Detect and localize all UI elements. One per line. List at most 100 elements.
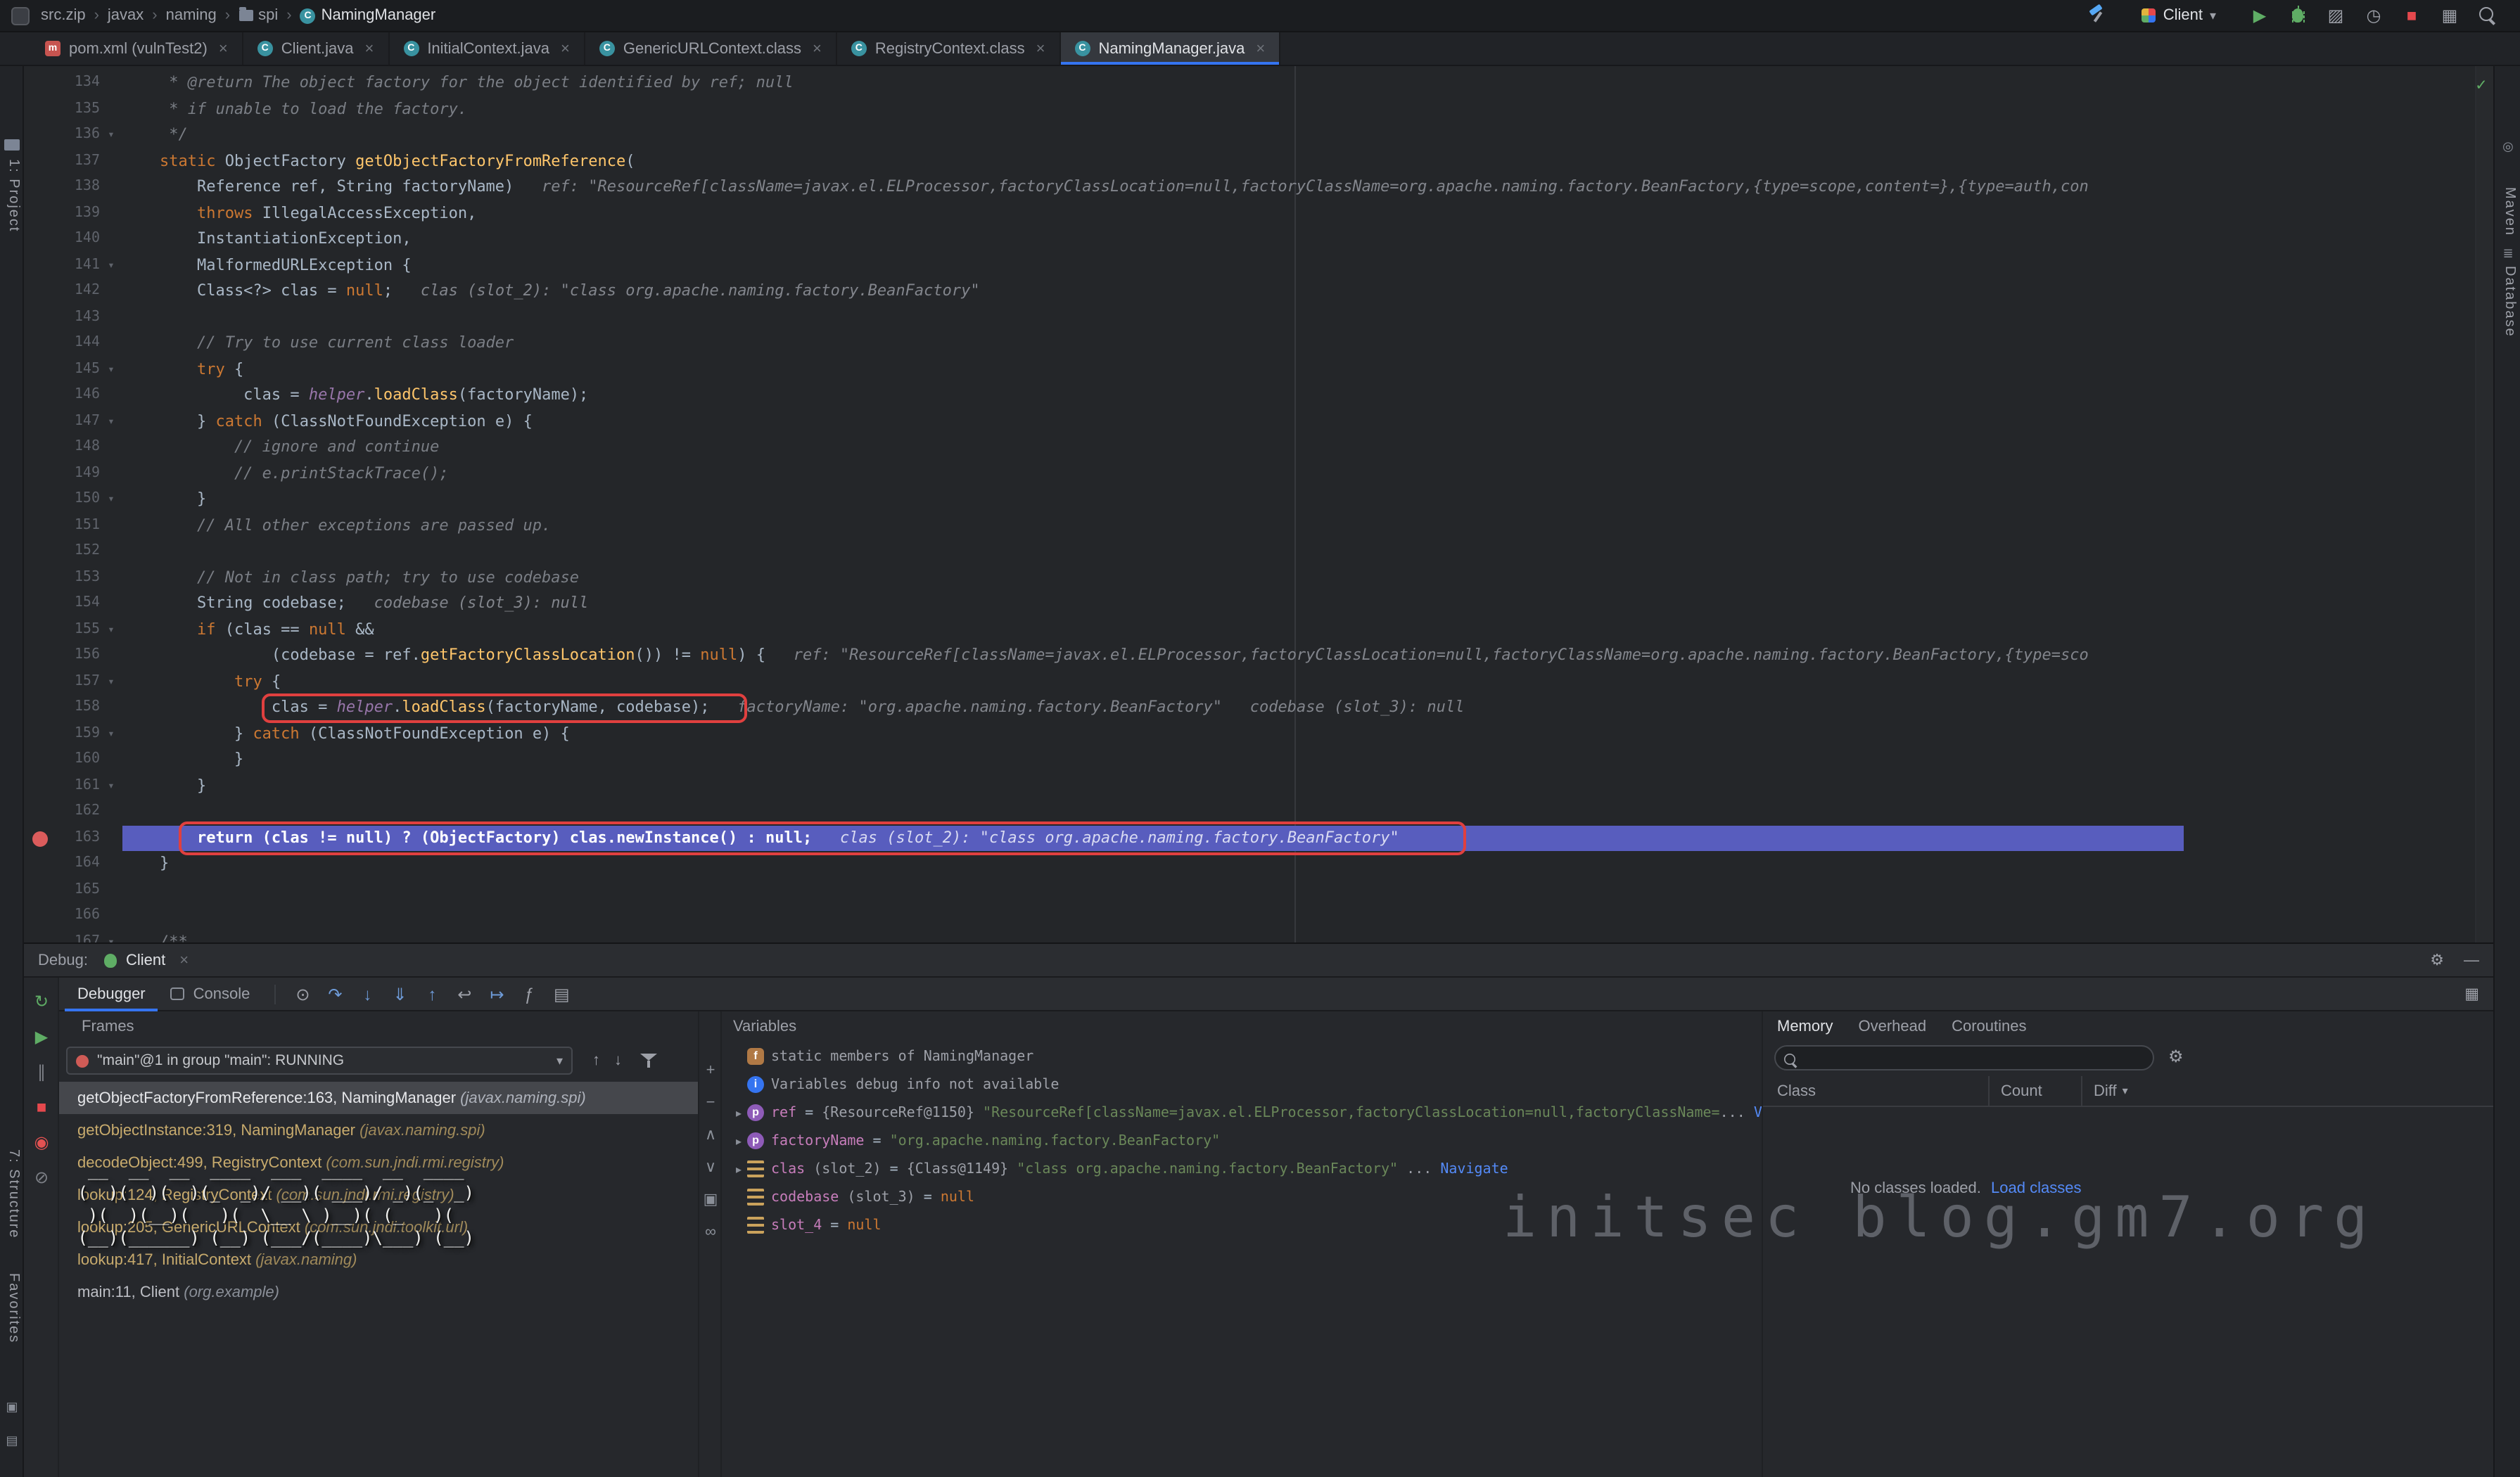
fold-marker-icon[interactable]: ▾ bbox=[100, 409, 122, 435]
step-over-button[interactable]: ↷ bbox=[319, 978, 351, 1009]
memory-search-input[interactable] bbox=[1774, 1045, 2154, 1070]
editor-tab[interactable]: mpom.xml (vulnTest2)× bbox=[31, 32, 243, 65]
close-icon[interactable]: × bbox=[364, 40, 374, 57]
editor-tab[interactable]: CGenericURLContext.class× bbox=[585, 32, 837, 65]
previous-frame-icon[interactable]: ↑ bbox=[592, 1052, 600, 1069]
memory-settings-icon[interactable]: ⚙ bbox=[2168, 1047, 2184, 1066]
run-config-selector[interactable]: Client ▾ bbox=[2132, 4, 2226, 27]
fold-marker-icon[interactable]: ▾ bbox=[100, 487, 122, 513]
fold-marker-icon[interactable]: ▾ bbox=[100, 721, 122, 747]
expand-chevron-icon[interactable]: ▸ bbox=[730, 1163, 747, 1175]
code-line[interactable]: 151 // All other exceptions are passed u… bbox=[24, 513, 2493, 539]
editor-scrollbar[interactable] bbox=[2475, 66, 2493, 942]
stack-frame[interactable]: main:11, Client (org.example) bbox=[59, 1276, 698, 1308]
pause-button[interactable]: ∥ bbox=[24, 1054, 59, 1089]
evaluate-expression-button[interactable]: ƒ bbox=[513, 978, 545, 1009]
code-line[interactable]: 157▾ try { bbox=[24, 669, 2493, 695]
tab-memory[interactable]: Memory bbox=[1777, 1018, 1833, 1035]
code-line[interactable]: 146 clas = helper.loadClass(factoryName)… bbox=[24, 383, 2493, 409]
variable-row[interactable]: slot_4 = null bbox=[722, 1211, 1762, 1239]
stack-frame[interactable]: lookup:417, InitialContext (javax.naming… bbox=[59, 1243, 698, 1276]
expand-chevron-icon[interactable]: ▸ bbox=[730, 1134, 747, 1147]
variable-row[interactable]: iVariables debug info not available bbox=[722, 1070, 1762, 1099]
code-line[interactable]: 136▾ */ bbox=[24, 122, 2493, 148]
stack-frame[interactable]: lookup:205, GenericURLContext (com.sun.j… bbox=[59, 1211, 698, 1243]
code-line[interactable]: 161▾ } bbox=[24, 773, 2493, 799]
code-line[interactable]: 152 bbox=[24, 539, 2493, 565]
view-options-button[interactable]: ▤ bbox=[545, 978, 578, 1009]
inspections-ok-icon[interactable]: ✓ bbox=[2476, 75, 2486, 94]
code-line[interactable]: 149 // e.printStackTrace(); bbox=[24, 461, 2493, 487]
code-line[interactable]: 148 // ignore and continue bbox=[24, 435, 2493, 461]
editor-tab[interactable]: CRegistryContext.class× bbox=[837, 32, 1061, 65]
code-line[interactable]: 144 // Try to use current class loader bbox=[24, 331, 2493, 357]
fold-marker-icon[interactable]: ▾ bbox=[100, 122, 122, 148]
move-up-button[interactable]: ∧ bbox=[699, 1118, 722, 1151]
code-line[interactable]: 155▾ if (clas == null && bbox=[24, 617, 2493, 643]
variable-row[interactable]: ▸pref = {ResourceRef@1150} "ResourceRef[… bbox=[722, 1099, 1762, 1127]
sidebar-item-structure[interactable]: 7: Structure bbox=[1, 1149, 21, 1239]
stack-frame[interactable]: lookup:124, RegistryContext (com.sun.jnd… bbox=[59, 1179, 698, 1211]
code-line[interactable]: 164 } bbox=[24, 851, 2493, 877]
coverage-button[interactable]: ▨ bbox=[2323, 3, 2348, 28]
add-button[interactable]: + bbox=[699, 1054, 722, 1086]
fold-marker-icon[interactable]: ▾ bbox=[100, 773, 122, 799]
stop-button[interactable]: ■ bbox=[2399, 3, 2424, 28]
breadcrumb-item[interactable]: CNamingManager bbox=[300, 7, 436, 24]
close-icon[interactable]: × bbox=[1036, 40, 1045, 57]
move-down-button[interactable]: ∨ bbox=[699, 1151, 722, 1183]
breadcrumb-item[interactable]: javax bbox=[108, 7, 144, 24]
column-class[interactable]: Class bbox=[1763, 1082, 1988, 1099]
show-execution-point-button[interactable]: ⊙ bbox=[286, 978, 319, 1009]
stack-frame[interactable]: getObjectInstance:319, NamingManager (ja… bbox=[59, 1114, 698, 1146]
run-to-cursor-button[interactable]: ↦ bbox=[481, 978, 513, 1009]
code-line[interactable]: 138 Reference ref, String factoryName) r… bbox=[24, 174, 2493, 200]
duplicate-button[interactable]: ▣ bbox=[699, 1183, 722, 1215]
notifications-icon[interactable]: ◎ bbox=[2500, 139, 2516, 155]
code-line[interactable]: 139 throws IllegalAccessException, bbox=[24, 200, 2493, 226]
stack-frame[interactable]: decodeObject:499, RegistryContext (com.s… bbox=[59, 1146, 698, 1179]
code-line[interactable]: 150▾ } bbox=[24, 487, 2493, 513]
code-line[interactable]: 166 bbox=[24, 903, 2493, 929]
code-line[interactable]: 137 static ObjectFactory getObjectFactor… bbox=[24, 148, 2493, 174]
tab-overhead[interactable]: Overhead bbox=[1858, 1018, 1926, 1035]
code-line[interactable]: 163 return (clas != null) ? (ObjectFacto… bbox=[24, 825, 2493, 851]
close-icon[interactable]: × bbox=[813, 40, 822, 57]
code-editor[interactable]: 134 * @return The object factory for the… bbox=[24, 66, 2493, 942]
sidebar-item-database[interactable]: Database bbox=[2497, 266, 2517, 338]
debug-button[interactable] bbox=[2285, 3, 2310, 28]
fold-marker-icon[interactable]: ▾ bbox=[100, 617, 122, 643]
code-line[interactable]: 140 InstantiationException, bbox=[24, 226, 2493, 252]
variable-row[interactable]: ▸clas (slot_2) = {Class@1149} "class org… bbox=[722, 1155, 1762, 1183]
stack-frame[interactable]: getObjectFactoryFromReference:163, Namin… bbox=[59, 1082, 698, 1114]
code-line[interactable]: 147▾ } catch (ClassNotFoundException e) … bbox=[24, 409, 2493, 435]
sidebar-item-project[interactable]: 1: Project bbox=[1, 159, 21, 233]
editor-tab[interactable]: CNamingManager.java× bbox=[1060, 32, 1280, 65]
breadcrumb-item[interactable]: spi bbox=[238, 7, 278, 24]
code-line[interactable]: 167▾ /** bbox=[24, 929, 2493, 942]
close-icon[interactable]: × bbox=[179, 952, 189, 968]
editor-tab[interactable]: CClient.java× bbox=[243, 32, 390, 65]
breadcrumb-item[interactable]: naming bbox=[166, 7, 217, 24]
fold-marker-icon[interactable]: ▾ bbox=[100, 357, 122, 383]
variable-row[interactable]: fstatic members of NamingManager bbox=[722, 1042, 1762, 1070]
next-frame-icon[interactable]: ↓ bbox=[614, 1052, 622, 1069]
code-line[interactable]: 143 bbox=[24, 305, 2493, 331]
code-line[interactable]: 156 (codebase = ref.getFactoryClassLocat… bbox=[24, 643, 2493, 669]
tab-console[interactable]: Console bbox=[158, 977, 263, 1011]
drop-frame-button[interactable]: ↩ bbox=[448, 978, 481, 1009]
build-hammer-icon[interactable] bbox=[2086, 3, 2111, 28]
code-line[interactable]: 142 Class<?> clas = null; clas (slot_2):… bbox=[24, 279, 2493, 305]
close-icon[interactable]: × bbox=[219, 40, 228, 57]
expand-chevron-icon[interactable]: ▸ bbox=[730, 1106, 747, 1119]
fold-marker-icon[interactable]: ▾ bbox=[100, 929, 122, 942]
filter-frames-icon[interactable] bbox=[636, 1048, 661, 1073]
code-line[interactable]: 154 String codebase; codebase (slot_3): … bbox=[24, 591, 2493, 617]
code-line[interactable]: 135 * if unable to load the factory. bbox=[24, 96, 2493, 122]
tab-coroutines[interactable]: Coroutines bbox=[1952, 1018, 2026, 1035]
thread-selector[interactable]: "main"@1 in group "main": RUNNING ▾ bbox=[66, 1047, 573, 1075]
column-count[interactable]: Count bbox=[1988, 1076, 2081, 1106]
stop-debug-button[interactable]: ■ bbox=[24, 1089, 59, 1124]
rerun-button[interactable]: ↻ bbox=[24, 983, 59, 1018]
variable-row[interactable]: ▸pfactoryName = "org.apache.naming.facto… bbox=[722, 1127, 1762, 1155]
